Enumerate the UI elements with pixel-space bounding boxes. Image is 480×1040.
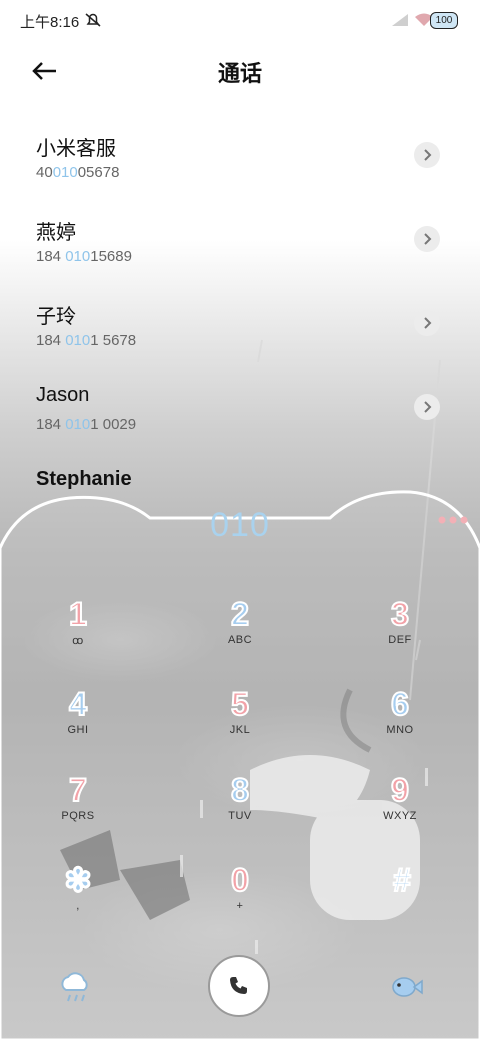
- page-title: 通话: [217, 61, 262, 86]
- contact-number: 184 01015689: [36, 248, 132, 265]
- contact-detail-button[interactable]: [414, 394, 440, 420]
- more-options-icon[interactable]: [438, 514, 468, 526]
- weather-toggle-button[interactable]: [56, 968, 96, 1008]
- key-hash[interactable]: #: [362, 861, 442, 932]
- key-1[interactable]: 1 ꝏ: [38, 595, 118, 666]
- chevron-right-icon: [424, 401, 432, 413]
- key-6[interactable]: 6 MNO: [360, 685, 440, 756]
- contact-detail-button[interactable]: [414, 142, 440, 168]
- battery-indicator: 100: [430, 12, 458, 29]
- key-digit: 5: [230, 685, 250, 723]
- cloud-rain-icon: [61, 972, 88, 1002]
- key-digit: 1: [68, 595, 88, 633]
- contact-number: 4001005678: [36, 164, 120, 181]
- contact-name: 小米客服: [36, 138, 116, 160]
- key-letters: TUV: [228, 810, 252, 822]
- key-letters: ABC: [227, 634, 253, 646]
- key-digit: 6: [390, 685, 410, 723]
- chevron-right-icon: [424, 149, 432, 161]
- key-digit: 4: [68, 685, 88, 723]
- key-letters: WXYZ: [383, 810, 417, 822]
- key-letters: GHI: [67, 724, 89, 736]
- key-7[interactable]: 7 PQRS: [38, 771, 118, 842]
- contact-row[interactable]: 子玲 184 0101 5678: [36, 300, 446, 360]
- status-bar: 上午8:16 100: [0, 0, 480, 40]
- key-letters: PQRS: [61, 810, 95, 822]
- contact-row[interactable]: 小米客服 4001005678: [36, 132, 446, 192]
- contact-detail-button[interactable]: [414, 226, 440, 252]
- key-digit: 3: [390, 595, 410, 633]
- key-digit: 8: [230, 771, 250, 809]
- key-digit: ✽: [64, 861, 93, 899]
- fish-icon: [392, 977, 423, 997]
- key-letters: ,: [76, 900, 80, 912]
- key-5[interactable]: 5 JKL: [200, 685, 280, 756]
- status-time: 上午8:16: [20, 14, 80, 31]
- contact-detail-button[interactable]: [414, 310, 440, 336]
- contact-name: 子玲: [36, 306, 76, 328]
- call-button[interactable]: [208, 955, 270, 1017]
- key-star[interactable]: ✽ ,: [38, 861, 118, 932]
- dialed-number-display: 010: [210, 506, 270, 544]
- key-3[interactable]: 3 DEF: [360, 595, 440, 666]
- key-digit: 0: [230, 861, 250, 899]
- key-digit: #: [392, 861, 412, 899]
- fish-toggle-button[interactable]: [388, 970, 424, 1006]
- key-0[interactable]: 0 +: [200, 861, 280, 932]
- chevron-right-icon: [424, 233, 432, 245]
- contact-number: 184 0101 0029: [36, 416, 137, 433]
- contact-name: 燕婷: [36, 222, 76, 244]
- key-9[interactable]: 9 WXYZ: [360, 771, 440, 842]
- key-2[interactable]: 2 ABC: [200, 595, 280, 666]
- contact-row[interactable]: Jason 184 0101 0029: [36, 384, 446, 444]
- key-letters: +: [236, 900, 244, 912]
- key-digit: 9: [390, 771, 410, 809]
- contact-number: 184 0101 5678: [36, 332, 137, 349]
- contact-name: Jason: [36, 384, 90, 406]
- mute-bell-icon: [85, 13, 101, 27]
- chevron-right-icon: [424, 317, 432, 329]
- key-4[interactable]: 4 GHI: [38, 685, 118, 756]
- key-letters: DEF: [388, 634, 412, 646]
- key-letters: JKL: [229, 724, 251, 736]
- key-digit: 2: [230, 595, 250, 633]
- key-digit: 7: [68, 771, 88, 809]
- key-letters: MNO: [386, 724, 414, 736]
- voicemail-icon: ꝏ: [72, 635, 84, 647]
- phone-icon: [230, 977, 247, 994]
- signal-icon: [392, 14, 408, 26]
- key-8[interactable]: 8 TUV: [200, 771, 280, 842]
- header: 通话: [0, 50, 480, 90]
- contact-row[interactable]: 燕婷 184 01015689: [36, 216, 446, 276]
